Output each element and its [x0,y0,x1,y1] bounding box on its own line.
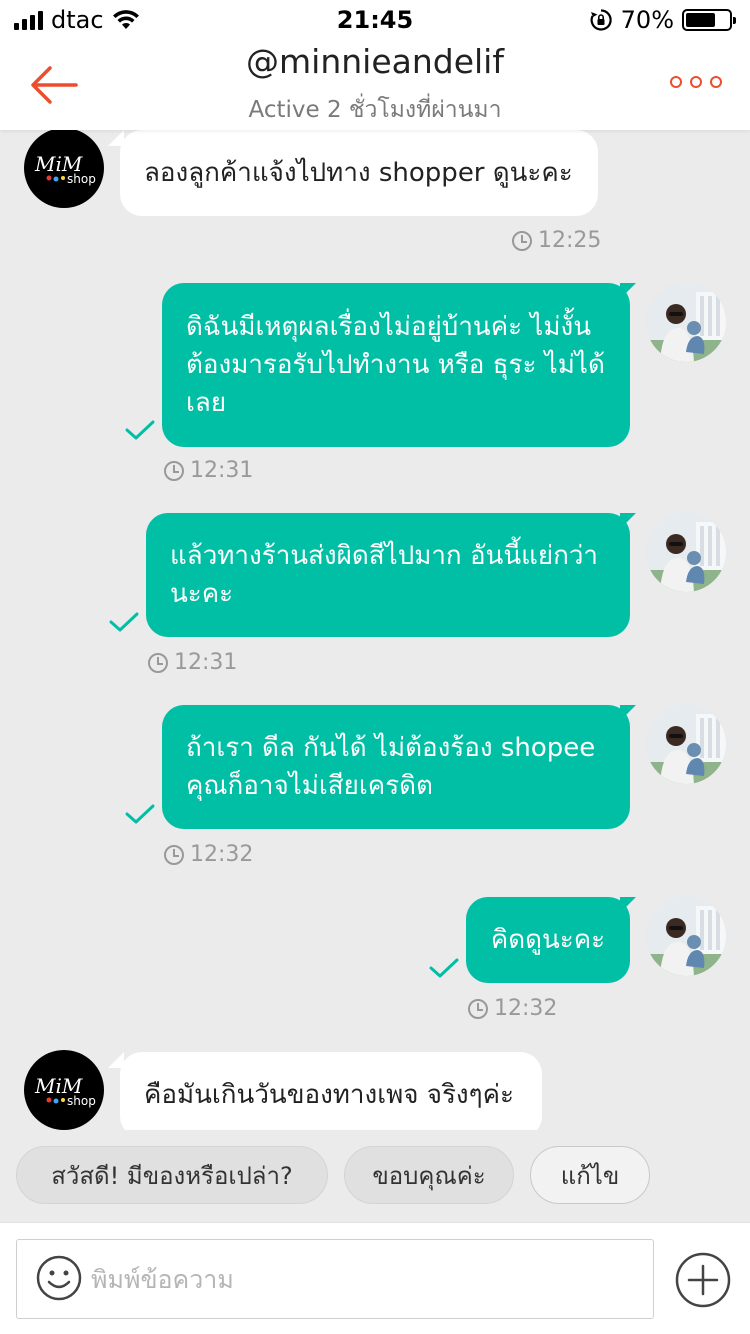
user-avatar[interactable] [646,896,726,976]
message-bubble[interactable]: แล้วทางร้านส่งผิดสีไปมาก อันนี้แย่กว่า น… [146,513,630,637]
user-photo-icon [646,896,726,976]
message-line: ดิฉันมีเหตุผลเรื่องไม่อยู่บ้านค่ะ ไม่งั้… [186,312,591,342]
message-time: 12:32 [164,842,253,867]
message-input-bar [0,1222,750,1334]
message-input[interactable] [91,1256,631,1302]
clock-icon [164,844,184,865]
clock-icon [468,998,488,1019]
svg-text:shop: shop [67,172,96,186]
shop-logo-icon: MiM shop [34,152,96,186]
message-bubble[interactable]: ดิฉันมีเหตุผลเรื่องไม่อยู่บ้านค่ะ ไม่งั้… [162,283,630,447]
message-line: นะคะ [170,579,234,609]
user-photo-icon [646,512,726,592]
clock-icon [148,652,168,673]
shop-avatar[interactable]: MiM shop [24,130,104,208]
user-photo-icon [646,704,726,784]
message-time: 12:32 [468,996,557,1021]
chat-area[interactable]: MiM shop ลองลูกค้าแจ้งไปทาง shopper ดูนะ… [0,130,750,1130]
dot-icon [710,76,722,88]
user-avatar[interactable] [646,704,726,784]
rotation-lock-icon [590,9,612,31]
clock-icon [164,460,184,481]
bubble-tail [620,283,636,299]
read-check-icon [429,958,459,978]
add-attachment-icon[interactable] [674,1251,732,1309]
message-time: 12:31 [148,650,237,675]
bubble-tail [620,897,636,913]
battery-percent: 70% [620,6,674,34]
emoji-icon[interactable] [35,1254,83,1302]
svg-text:shop: shop [67,1094,96,1108]
user-avatar[interactable] [646,512,726,592]
quick-replies: สวัสดี! มีของหรือเปล่า? ขอบคุณค่ะ แก้ไข [0,1146,750,1206]
message-text: คิดดูนะคะ [490,925,606,955]
message-line: เลย [186,388,227,418]
status-bar: dtac 21:45 70% [0,0,750,40]
message-time: 12:25 [512,228,601,253]
bubble-tail [620,513,636,529]
read-check-icon [125,420,155,440]
active-status: Active 2 ชั่วโมงที่ผ่านมา [248,97,502,123]
quick-reply-chip[interactable]: ขอบคุณค่ะ [344,1146,514,1204]
message-line: แล้วทางร้านส่งผิดสีไปมาก อันนี้แย่กว่า [170,541,599,571]
user-photo-icon [646,282,726,362]
message-bubble[interactable]: คือมันเกินวันของทางเพจ จริงๆค่ะ [120,1052,542,1130]
status-right: 70% [589,6,736,34]
message-bubble[interactable]: ลองลูกค้าแจ้งไปทาง shopper ดูนะคะ [120,130,598,216]
battery-icon [682,9,736,31]
message-input-box[interactable] [16,1239,654,1319]
more-options-button[interactable] [670,76,722,88]
shop-logo-icon: MiM shop [34,1074,96,1108]
message-line: คุณก็อาจไม่เสียเครดิต [186,771,433,801]
message-bubble[interactable]: คิดดูนะคะ [466,897,630,983]
dot-icon [690,76,702,88]
bubble-tail [620,705,636,721]
edit-quick-replies-button[interactable]: แก้ไข [530,1146,650,1204]
quick-reply-chip[interactable]: สวัสดี! มีของหรือเปล่า? [16,1146,328,1204]
message-bubble[interactable]: ถ้าเรา ดีล กันได้ ไม่ต้องร้อง shopee คุณ… [162,705,630,829]
user-avatar[interactable] [646,282,726,362]
message-text: คือมันเกินวันของทางเพจ จริงๆค่ะ [144,1080,514,1110]
chat-title: @minnieandelif [246,42,504,81]
message-time: 12:31 [164,458,253,483]
read-check-icon [109,612,139,632]
shop-avatar[interactable]: MiM shop [24,1050,104,1130]
read-check-icon [125,804,155,824]
battery-fill [686,13,716,27]
message-line: ถ้าเรา ดีล กันได้ ไม่ต้องร้อง shopee [186,733,596,763]
clock-icon [512,230,532,251]
message-text: ลองลูกค้าแจ้งไปทาง shopper ดูนะคะ [144,158,573,188]
message-line: ต้องมารอรับไปทำงาน หรือ ธุระ ไม่ได้ [186,350,605,380]
dot-icon [670,76,682,88]
chat-header: @minnieandelif Active 2 ชั่วโมงที่ผ่านมา [0,40,750,130]
